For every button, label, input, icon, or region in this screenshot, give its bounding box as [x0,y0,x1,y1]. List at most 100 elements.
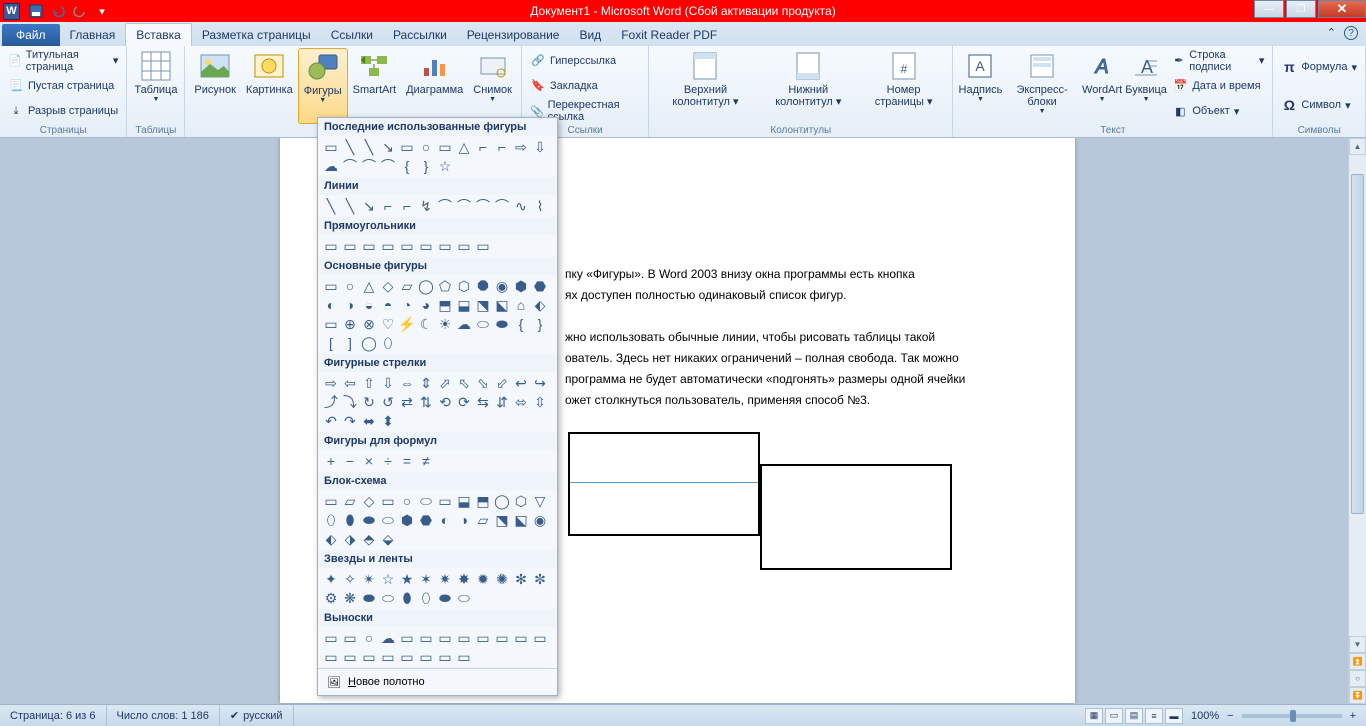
shape-item[interactable]: ⌒ [455,197,473,215]
status-page[interactable]: Страница: 6 из 6 [0,705,107,726]
shape-item[interactable]: ▭ [322,492,340,510]
shape-item[interactable]: ☁ [322,157,340,175]
shape-item[interactable]: ⬬ [360,589,378,607]
shape-item[interactable]: ▭ [341,648,359,666]
shape-item[interactable]: ⇨ [512,138,530,156]
shape-item[interactable]: ▱ [398,277,416,295]
tab-mailings[interactable]: Рассылки [383,24,457,46]
shape-item[interactable]: ▭ [398,629,416,647]
shape-item[interactable]: ❋ [341,589,359,607]
shape-item[interactable]: ⬠ [436,277,454,295]
shape-item[interactable]: ╲ [341,197,359,215]
minimize-ribbon-icon[interactable]: ⌃ [1327,26,1336,40]
shape-item[interactable]: ⬭ [379,511,397,529]
shape-item[interactable]: ▭ [398,138,416,156]
shape-item[interactable]: ⤵ [341,393,359,411]
view-fullscreen-icon[interactable]: ▭ [1105,708,1123,724]
shape-item[interactable]: ☁ [455,315,473,333]
shape-item[interactable]: ÷ [379,452,397,470]
smartart-button[interactable]: SmartArt [348,48,401,124]
shape-item[interactable]: ▭ [512,629,530,647]
shape-item[interactable]: ⬂ [474,374,492,392]
shape-item[interactable]: ▭ [322,629,340,647]
shape-item[interactable]: } [417,157,435,175]
shape-item[interactable]: ╲ [322,197,340,215]
shape-item[interactable]: ⬭ [379,589,397,607]
view-draft-icon[interactable]: ▬ [1165,708,1183,724]
shape-item[interactable]: ⬄ [512,393,530,411]
shape-item[interactable]: ⬬ [436,589,454,607]
shape-item[interactable]: { [512,315,530,333]
drawn-rectangle-2[interactable] [760,464,952,570]
drawn-rectangle-1[interactable] [568,432,760,536]
shape-item[interactable]: ⬁ [455,374,473,392]
shape-item[interactable]: ⬒ [436,296,454,314]
shape-item[interactable]: ▭ [341,629,359,647]
shape-item[interactable]: ✦ [322,570,340,588]
shape-item[interactable]: ⬡ [512,492,530,510]
shape-item[interactable]: ▱ [341,492,359,510]
restore-button[interactable]: ❐ [1286,0,1316,18]
datetime-button[interactable]: 📅Дата и время [1172,77,1264,95]
quickparts-button[interactable]: Экспресс-блоки▼ [1004,48,1081,124]
shape-item[interactable]: [ [322,334,340,352]
shape-item[interactable]: ⇧ [360,374,378,392]
shape-item[interactable]: ⬕ [493,296,511,314]
shape-item[interactable]: ✻ [512,570,530,588]
shape-item[interactable]: ⇄ [398,393,416,411]
shape-item[interactable]: ▭ [493,629,511,647]
shape-item[interactable]: ⌒ [474,197,492,215]
shape-item[interactable]: ✼ [531,570,549,588]
header-button[interactable]: Верхний колонтитул ▾ [653,48,757,124]
shape-item[interactable]: ▭ [417,237,435,255]
shape-item[interactable]: ⚙ [322,589,340,607]
shape-item[interactable]: ⬓ [455,296,473,314]
shape-item[interactable]: ↩ [512,374,530,392]
shape-item[interactable]: ○ [417,138,435,156]
shape-item[interactable]: ⬢ [398,511,416,529]
page-break-button[interactable]: ⤓Разрыв страницы [8,102,118,120]
shape-item[interactable]: ⌒ [436,197,454,215]
shape-item[interactable]: ⬭ [455,589,473,607]
view-web-icon[interactable]: ▤ [1125,708,1143,724]
shape-item[interactable]: ⬖ [322,530,340,548]
shape-item[interactable]: ⇵ [493,393,511,411]
save-icon[interactable] [26,2,46,20]
shape-item[interactable]: ⬓ [455,492,473,510]
zoom-out-button[interactable]: − [1227,710,1233,722]
close-button[interactable]: ✕ [1318,0,1366,18]
shape-item[interactable]: ⟲ [436,393,454,411]
qat-dropdown-icon[interactable]: ▾ [92,2,112,20]
shape-item[interactable]: ♡ [379,315,397,333]
shape-item[interactable]: − [341,452,359,470]
shape-item[interactable]: ○ [341,277,359,295]
vertical-scrollbar[interactable]: ▲ ▼ ⏫ ○ ⏬ [1348,138,1366,704]
shape-item[interactable]: ⇕ [417,374,435,392]
shape-item[interactable]: ▭ [398,237,416,255]
shape-item[interactable]: ▭ [322,648,340,666]
shapes-button[interactable]: Фигуры▼ [298,48,348,124]
tab-review[interactable]: Рецензирование [457,24,570,46]
shape-item[interactable]: ▭ [455,629,473,647]
clipart-button[interactable]: Картинка [241,48,298,124]
shape-item[interactable]: ↘ [360,197,378,215]
bookmark-button[interactable]: 🔖Закладка [530,77,640,95]
file-tab[interactable]: Файл [2,24,60,46]
shape-item[interactable]: ⟳ [455,393,473,411]
browse-object-icon[interactable]: ○ [1349,670,1366,687]
wordart-button[interactable]: AWordArt▼ [1080,48,1123,124]
sigline-button[interactable]: ✒Строка подписи ▾ [1172,52,1264,70]
shape-item[interactable]: ✷ [436,570,454,588]
pagenum-button[interactable]: #Номер страницы ▾ [859,48,948,124]
shape-item[interactable]: ⬮ [398,589,416,607]
shape-item[interactable]: ⬍ [379,412,397,430]
tab-home[interactable]: Главная [60,24,126,46]
scroll-thumb[interactable] [1351,174,1364,514]
shape-item[interactable]: ⯃ [474,277,492,295]
symbol-button[interactable]: ΩСимвол ▾ [1281,96,1357,114]
shape-item[interactable]: ↻ [360,393,378,411]
shape-item[interactable]: ⬬ [360,511,378,529]
shape-item[interactable]: ⬬ [493,315,511,333]
shape-item[interactable]: ◇ [379,277,397,295]
shape-item[interactable]: ⬌ [360,412,378,430]
